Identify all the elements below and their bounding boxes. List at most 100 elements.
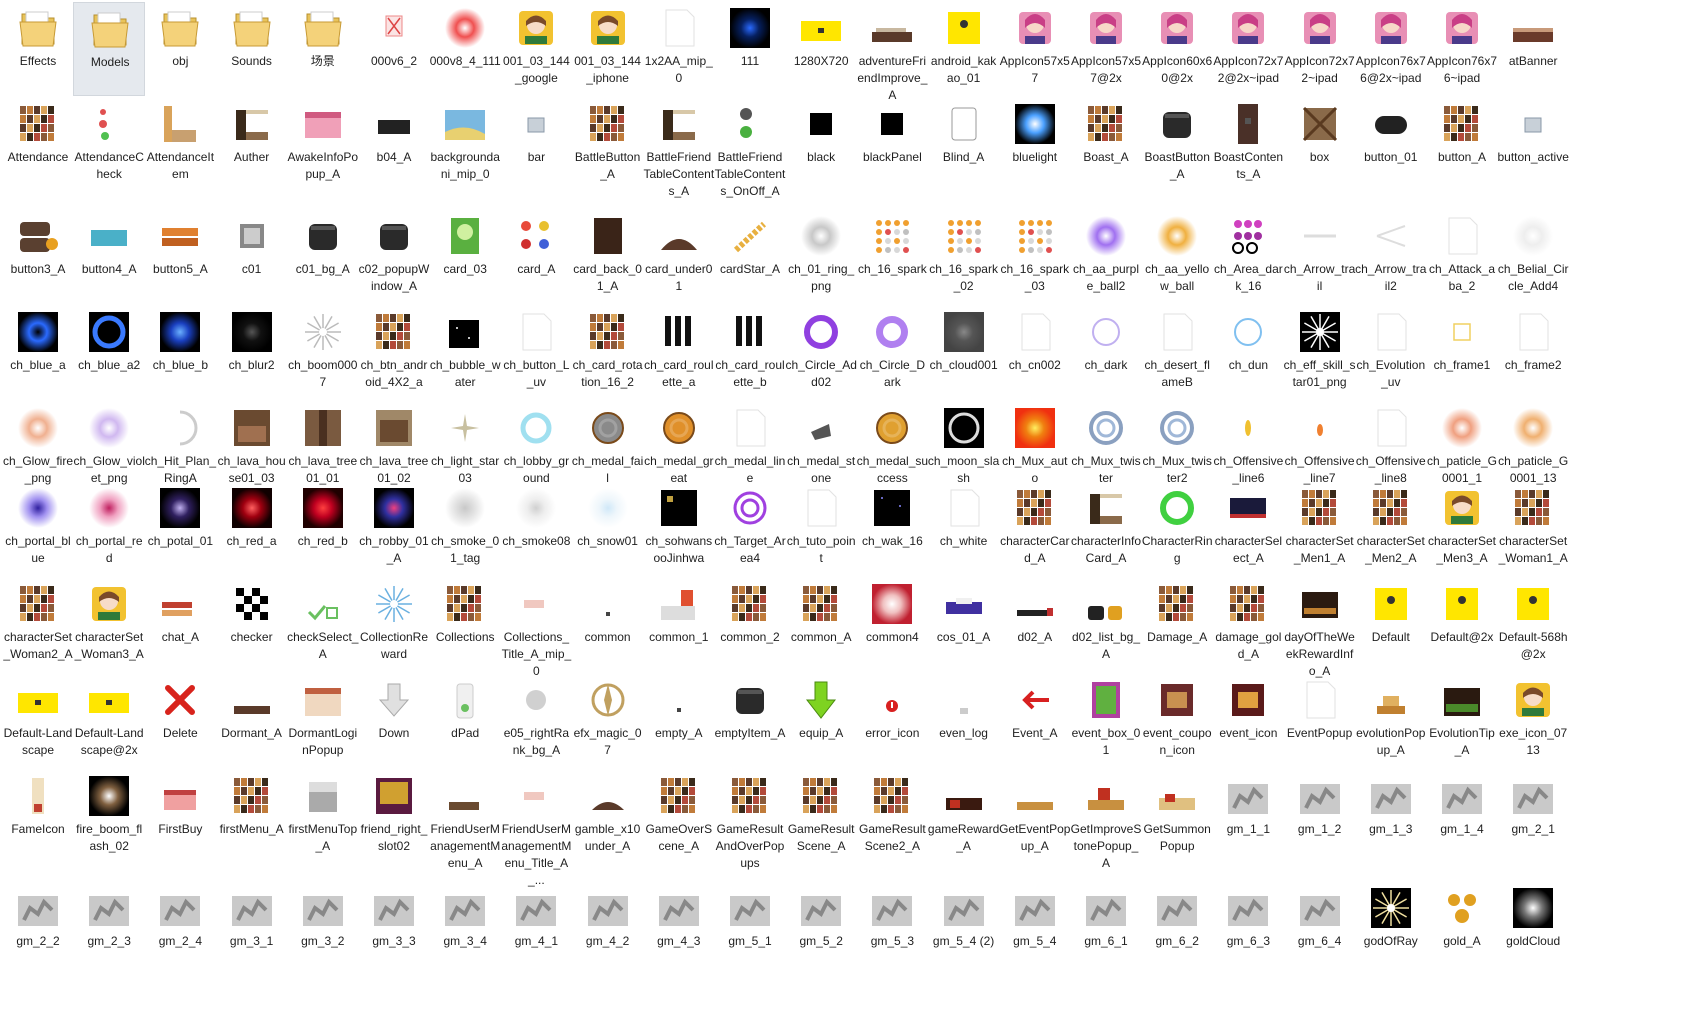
file-item[interactable]: ch_Target_Area4: [714, 482, 786, 576]
file-item[interactable]: d02_list_bg_A: [1070, 578, 1142, 672]
file-item[interactable]: AppIcon60x60@2x: [1141, 2, 1213, 96]
file-item[interactable]: ch_red_a: [216, 482, 288, 576]
file-item[interactable]: ch_medal_fail: [572, 402, 644, 485]
file-item[interactable]: 111: [714, 2, 786, 96]
file-item[interactable]: button3_A: [2, 210, 74, 304]
file-item[interactable]: ch_frame1: [1426, 306, 1498, 400]
file-item[interactable]: AppIcon72x72@2x~ipad: [1212, 2, 1284, 96]
file-item[interactable]: characterSet_Men3_A: [1426, 482, 1498, 576]
file-item[interactable]: event_icon: [1212, 674, 1284, 768]
file-item[interactable]: ch_desert_flameB: [1141, 306, 1213, 400]
file-item[interactable]: ch_Glow_fire_png: [2, 402, 74, 485]
file-item[interactable]: 001_03_144_iphone: [572, 2, 644, 96]
file-item[interactable]: ch_smoke_01_tag: [429, 482, 501, 576]
file-item[interactable]: CollectionReward: [358, 578, 430, 672]
file-item[interactable]: GameOverScene_A: [643, 770, 715, 880]
file-item[interactable]: ch_lava_tree01_01: [287, 402, 359, 485]
file-item[interactable]: AppIcon57x57: [999, 2, 1071, 96]
file-item[interactable]: gm_1_2: [1284, 770, 1356, 880]
file-item[interactable]: ch_Mux_twister: [1070, 402, 1142, 485]
file-item[interactable]: FriendUserManagementMenu_A: [429, 770, 501, 880]
file-item[interactable]: gm_3_2: [287, 882, 359, 1021]
file-item[interactable]: friend_right_slot02: [358, 770, 430, 880]
file-item[interactable]: GameResultScene2_A: [856, 770, 928, 880]
file-item[interactable]: ch_Belial_Circle_Add4: [1497, 210, 1569, 304]
file-item[interactable]: ch_lava_tree01_02: [358, 402, 430, 485]
file-item[interactable]: button4_A: [73, 210, 145, 304]
file-item[interactable]: ch_white: [928, 482, 1000, 576]
file-item[interactable]: Default-Landscape: [2, 674, 74, 768]
folder-item[interactable]: obj: [144, 2, 216, 96]
file-item[interactable]: GameResultAndOverPopups: [714, 770, 786, 880]
file-item[interactable]: c02_popupWindow_A: [358, 210, 430, 304]
file-item[interactable]: ch_potal_01: [144, 482, 216, 576]
file-item[interactable]: Default-Landscape@2x: [73, 674, 145, 768]
file-item[interactable]: cos_01_A: [928, 578, 1000, 672]
file-item[interactable]: common: [572, 578, 644, 672]
file-item[interactable]: bar: [500, 98, 572, 208]
file-item[interactable]: characterSet_Woman3_A: [73, 578, 145, 672]
file-item[interactable]: exe_icon_0713: [1497, 674, 1569, 768]
file-item[interactable]: fire_boom_flash_02: [73, 770, 145, 880]
file-item[interactable]: gm_5_4: [999, 882, 1071, 1021]
file-item[interactable]: ch_16_spark: [856, 210, 928, 304]
file-item[interactable]: ch_aa_purple_ball2: [1070, 210, 1142, 304]
file-item[interactable]: ch_lobby_ground: [500, 402, 572, 485]
file-item[interactable]: ch_portal_blue: [2, 482, 74, 576]
file-item[interactable]: chat_A: [144, 578, 216, 672]
file-item[interactable]: FriendUserManagementMenu_Title_A_...: [500, 770, 572, 887]
file-item[interactable]: box: [1284, 98, 1356, 208]
file-item[interactable]: Down: [358, 674, 430, 768]
file-item[interactable]: ch_paticle_G0001_13: [1497, 402, 1569, 485]
file-item[interactable]: ch_16_spark_02: [928, 210, 1000, 304]
file-item[interactable]: ch_Mux_twister2: [1141, 402, 1213, 485]
file-item[interactable]: DormantLoginPopup: [287, 674, 359, 768]
file-item[interactable]: CharacterRing: [1141, 482, 1213, 576]
file-item[interactable]: checker: [216, 578, 288, 672]
file-item[interactable]: common_2: [714, 578, 786, 672]
file-item[interactable]: ch_paticle_G0001_1: [1426, 402, 1498, 485]
file-item[interactable]: gm_5_1: [714, 882, 786, 1021]
file-item[interactable]: ch_Offensive_line6: [1212, 402, 1284, 485]
file-item[interactable]: cardStar_A: [714, 210, 786, 304]
file-item[interactable]: Dormant_A: [216, 674, 288, 768]
file-item[interactable]: BoastButton_A: [1141, 98, 1213, 208]
file-item[interactable]: ch_medal_great: [643, 402, 715, 485]
file-item[interactable]: Collections: [429, 578, 501, 672]
file-item[interactable]: EventPopup: [1284, 674, 1356, 768]
file-item[interactable]: characterInfoCard_A: [1070, 482, 1142, 576]
file-item[interactable]: gm_3_4: [429, 882, 501, 1021]
file-item[interactable]: AppIcon76x76@2x~ipad: [1355, 2, 1427, 96]
file-item[interactable]: ch_bubble_water: [429, 306, 501, 400]
file-item[interactable]: ch_Offensive_line7: [1284, 402, 1356, 485]
file-item[interactable]: card_back_01_A: [572, 210, 644, 304]
file-item[interactable]: dayOfTheWeekRewardInfo_A: [1284, 578, 1356, 678]
file-item[interactable]: error_icon: [856, 674, 928, 768]
file-item[interactable]: ch_medal_stone: [785, 402, 857, 485]
file-item[interactable]: ch_Arrow_trail: [1284, 210, 1356, 304]
file-item[interactable]: common_1: [643, 578, 715, 672]
file-item[interactable]: Blind_A: [928, 98, 1000, 208]
file-item[interactable]: ch_Hit_Plan_RingA: [144, 402, 216, 485]
file-item[interactable]: gm_1_4: [1426, 770, 1498, 880]
file-item[interactable]: characterSet_Men1_A: [1284, 482, 1356, 576]
file-item[interactable]: 001_03_144_google: [500, 2, 572, 96]
file-item[interactable]: ch_sohwansooJinhwa: [643, 482, 715, 576]
file-item[interactable]: GetSummonPopup: [1141, 770, 1213, 880]
file-item[interactable]: empty_A: [643, 674, 715, 768]
file-item[interactable]: ch_card_roulette_a: [643, 306, 715, 400]
file-item[interactable]: gm_6_3: [1212, 882, 1284, 1021]
file-item[interactable]: emptyItem_A: [714, 674, 786, 768]
file-item[interactable]: gold_A: [1426, 882, 1498, 1021]
file-item[interactable]: Auther: [216, 98, 288, 208]
file-item[interactable]: ch_Evolution_uv: [1355, 306, 1427, 400]
file-item[interactable]: even_log: [928, 674, 1000, 768]
file-item[interactable]: ch_frame2: [1497, 306, 1569, 400]
file-item[interactable]: ch_light_star03: [429, 402, 501, 485]
file-item[interactable]: ch_card_rotation_16_2: [572, 306, 644, 400]
file-item[interactable]: evolutionPopup_A: [1355, 674, 1427, 768]
file-item[interactable]: gm_1_3: [1355, 770, 1427, 880]
file-item[interactable]: godOfRay: [1355, 882, 1427, 1021]
file-item[interactable]: c01: [216, 210, 288, 304]
file-item[interactable]: FameIcon: [2, 770, 74, 880]
